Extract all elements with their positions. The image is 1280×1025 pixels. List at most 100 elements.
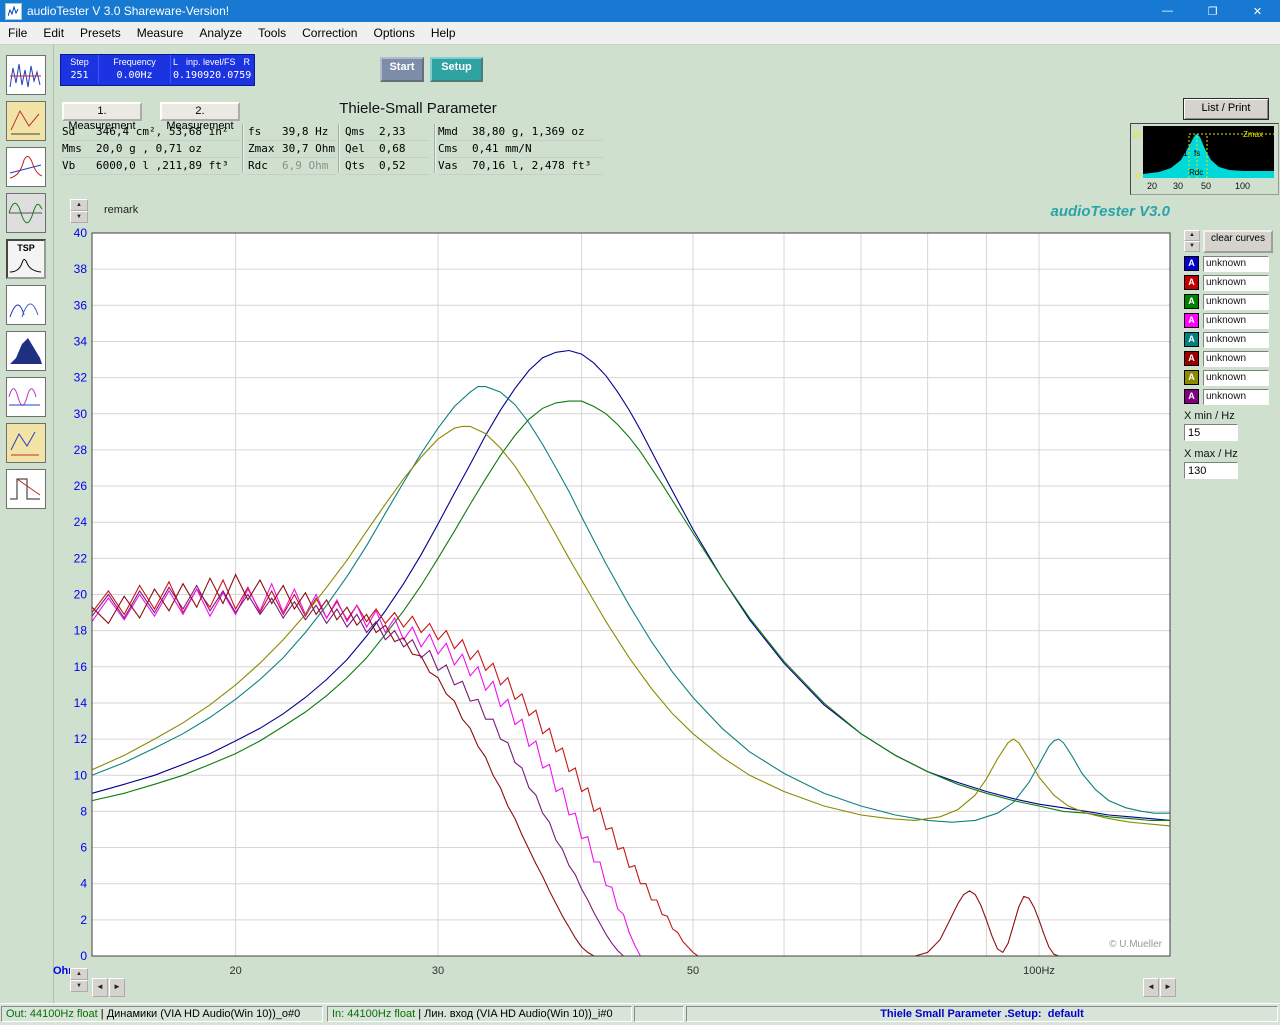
scroll-right-button[interactable]: ►: [1160, 978, 1176, 997]
y-tick-label: 20: [74, 588, 88, 602]
clear-curves-button[interactable]: clear curves: [1203, 230, 1273, 253]
status-output-device: Out: 44100Hz float | Динамики (VIA HD Au…: [1, 1006, 323, 1022]
y-tick-label: 24: [74, 515, 88, 529]
curve-color-swatch[interactable]: A: [1184, 313, 1199, 328]
tsp-param-sd: Sd346,4 cm², 53,68 in²: [62, 124, 240, 141]
curve-color-swatch[interactable]: A: [1184, 370, 1199, 385]
y-tick-label: 12: [74, 732, 88, 746]
minimize-button[interactable]: —: [1145, 0, 1190, 22]
menu-bar: FileEditPresetsMeasureAnalyzeToolsCorrec…: [0, 22, 1280, 45]
menu-help[interactable]: Help: [423, 23, 464, 43]
curve-list-up-button[interactable]: ▲: [1184, 230, 1200, 241]
preview-rdc-label: Rdc: [1189, 168, 1203, 177]
legend-row-3: Aunknown: [1184, 292, 1269, 311]
x-max-label: X max / Hz: [1184, 448, 1238, 460]
window-title: audioTester V 3.0 Shareware-Version!: [27, 4, 1145, 18]
y-tick-label: 22: [74, 551, 88, 565]
tsp-param-mms: Mms20,0 g , 0,71 oz: [62, 141, 240, 158]
spectrum-tool-button[interactable]: [6, 55, 46, 95]
close-button[interactable]: ✕: [1235, 0, 1280, 22]
y-min-up-button[interactable]: ▲: [70, 968, 88, 980]
legend-row-1: Aunknown: [1184, 254, 1269, 273]
tsp-param-rdc: Rdc6,9 Ohm: [248, 158, 336, 175]
curve-color-swatch[interactable]: A: [1184, 256, 1199, 271]
menu-file[interactable]: File: [0, 23, 35, 43]
level-right-value: 0.07596: [215, 70, 252, 81]
curve-name-box[interactable]: unknown: [1203, 370, 1269, 386]
tsp-param-cms: Cms0,41 mm/N: [438, 141, 603, 158]
impedance-chart: 0246810121416182022242628303234363840203…: [0, 196, 1280, 1005]
curve-color-swatch[interactable]: A: [1184, 351, 1199, 366]
y-tick-label: 18: [74, 624, 88, 638]
frequency-value: 0.00Hz: [99, 68, 171, 83]
curve-list-down-button[interactable]: ▼: [1184, 241, 1200, 252]
curve-color-swatch[interactable]: A: [1184, 389, 1199, 404]
start-button[interactable]: Start: [380, 57, 424, 82]
curve-color-swatch[interactable]: A: [1184, 332, 1199, 347]
app-icon: [5, 3, 22, 20]
scroll-right-button[interactable]: ►: [109, 978, 125, 997]
tsp-param-mmd: Mmd38,80 g, 1,369 oz: [438, 124, 603, 141]
y-tick-label: 14: [74, 696, 88, 710]
column-separator: [338, 124, 340, 173]
title-bar: audioTester V 3.0 Shareware-Version! — ❐…: [0, 0, 1280, 22]
menu-tools[interactable]: Tools: [250, 23, 294, 43]
y-tick-label: 36: [74, 298, 88, 312]
tsp-column-resonance: fs39,8 HzZmax30,7 OhmRdc6,9 Ohm: [248, 124, 336, 175]
x-min-input[interactable]: [1184, 424, 1238, 441]
maximize-button[interactable]: ❐: [1190, 0, 1235, 22]
preview-y-max: 10: [1132, 130, 1141, 139]
menu-correction[interactable]: Correction: [294, 23, 365, 43]
x-max-input[interactable]: [1184, 462, 1238, 479]
curve-name-box[interactable]: unknown: [1203, 313, 1269, 329]
curve-name-box[interactable]: unknown: [1203, 351, 1269, 367]
column-separator: [434, 124, 436, 173]
preview-zmax-label: Zmax: [1243, 130, 1263, 139]
menu-options[interactable]: Options: [365, 23, 422, 43]
x-tick-label: 20: [229, 965, 241, 977]
y-tick-label: 4: [80, 877, 87, 891]
arrow-up-icon: ▲: [76, 202, 82, 208]
y-tick-label: 10: [74, 768, 88, 782]
curve-color-swatch[interactable]: A: [1184, 294, 1199, 309]
tab-measurement-2[interactable]: 2. Measurement: [160, 102, 240, 121]
tsp-column-dimensions: Sd346,4 cm², 53,68 in²Mms20,0 g , 0,71 o…: [62, 124, 240, 175]
curve-name-box[interactable]: unknown: [1203, 332, 1269, 348]
status-spacer: [634, 1006, 684, 1022]
step-label: Step: [61, 55, 99, 68]
step-value: 251: [61, 68, 99, 83]
menu-analyze[interactable]: Analyze: [191, 23, 250, 43]
preview-x-20: 20: [1147, 181, 1157, 191]
measurement-status-panel: Step Frequency Linp. level/FSR 251 0.00H…: [60, 54, 255, 86]
sweep-tool-button[interactable]: [6, 147, 46, 187]
y-tick-label: 2: [80, 913, 87, 927]
spectrum-icon: [7, 81, 45, 95]
tab-measurement-1[interactable]: 1. Measurement: [62, 102, 142, 121]
list-print-button[interactable]: List / Print: [1183, 98, 1269, 120]
y-axis-down-button[interactable]: ▼: [70, 211, 88, 223]
tsp-preview-chart: 10 0 Zmax f1 fs f2 Rdc 20 30 50 100: [1130, 123, 1279, 195]
curve-name-box[interactable]: unknown: [1203, 256, 1269, 272]
x-tick-label: 30: [432, 965, 444, 977]
y-axis-up-button[interactable]: ▲: [70, 199, 88, 211]
remark-label: remark: [104, 204, 138, 216]
tsp-param-vb: Vb6000,0 l ,211,89 ft³: [62, 158, 240, 175]
tsp-param-vas: Vas70,16 l, 2,478 ft³: [438, 158, 603, 175]
scroll-left-button[interactable]: ◄: [1143, 978, 1159, 997]
curve-name-box[interactable]: unknown: [1203, 389, 1269, 405]
curve-name-box[interactable]: unknown: [1203, 275, 1269, 291]
scroll-left-button[interactable]: ◄: [92, 978, 108, 997]
setup-button[interactable]: Setup: [430, 57, 483, 82]
y-min-down-button[interactable]: ▼: [70, 980, 88, 992]
legend-row-5: Aunknown: [1184, 330, 1269, 349]
sweep-icon: [7, 173, 45, 187]
menu-edit[interactable]: Edit: [35, 23, 72, 43]
y-tick-label: 38: [74, 262, 88, 276]
menu-presets[interactable]: Presets: [72, 23, 129, 43]
curve-name-box[interactable]: unknown: [1203, 294, 1269, 310]
level-values: 0.190920.07596: [171, 68, 252, 83]
tsp-param-qms: Qms2,33: [345, 124, 430, 141]
curve-color-swatch[interactable]: A: [1184, 275, 1199, 290]
menu-measure[interactable]: Measure: [129, 23, 192, 43]
generator-tool-button[interactable]: [6, 101, 46, 141]
